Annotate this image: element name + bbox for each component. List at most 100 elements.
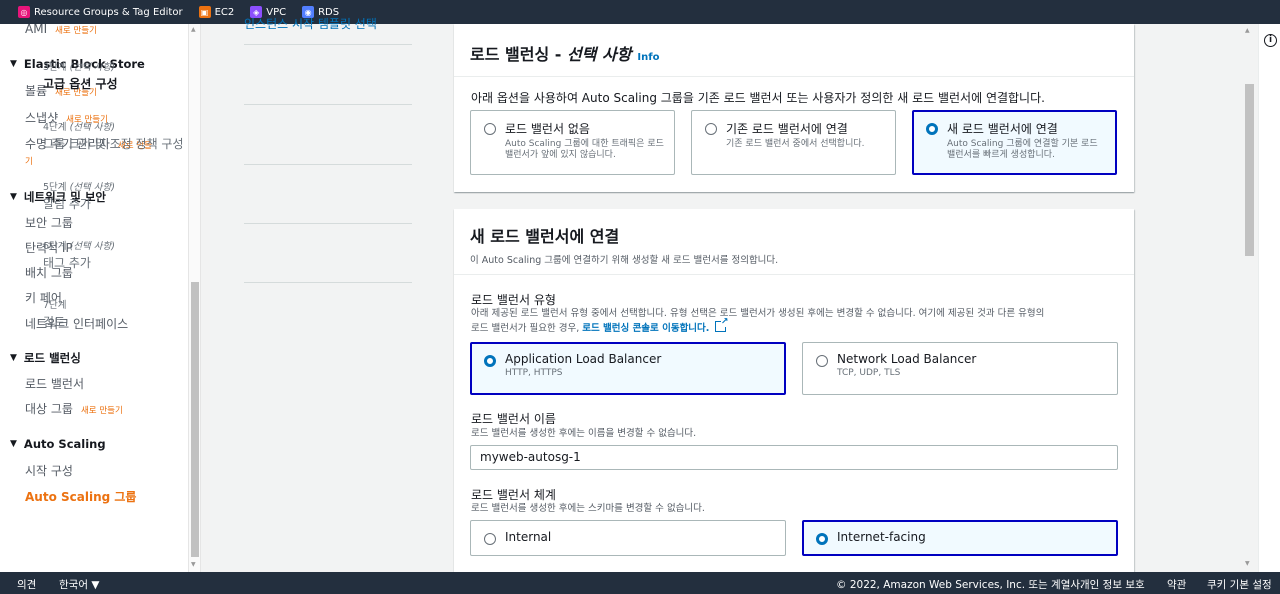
nav-resource-groups[interactable]: ◎ Resource Groups & Tag Editor <box>18 6 183 18</box>
step-7[interactable]: 7단계 검토 <box>43 297 211 330</box>
step-number: 6단계 (선택 사항) <box>43 241 115 252</box>
radio-button[interactable] <box>484 123 496 135</box>
lb-name-input[interactable]: myweb-autosg-1 <box>470 445 1118 470</box>
sidebar-section-auto-scaling[interactable]: ▼ Auto Scaling <box>10 437 106 451</box>
radio-button-selected[interactable] <box>816 533 828 545</box>
option-title: Internal <box>505 530 552 544</box>
option-title: Internet-facing <box>837 530 926 544</box>
step-4[interactable]: 4단계 (선택 사항) 그룹 크기 및 조정 정책 구성 <box>43 119 211 152</box>
sidebar-item-ami[interactable]: AMI 새로 만들기 <box>25 24 97 36</box>
terms-link[interactable]: 약관 <box>1167 577 1186 592</box>
step-number: 5단계 (선택 사항) <box>43 182 115 193</box>
option-no-load-balancer[interactable]: 로드 밸런서 없음 Auto Scaling 그룹에 대한 트래픽은 로드 밸런… <box>470 110 675 175</box>
caret-down-icon: ▼ <box>10 192 17 202</box>
card-description: 이 Auto Scaling 그룹에 연결하기 위해 생성할 새 로드 밸런서를… <box>470 255 779 266</box>
new-load-balancer-card: 새 로드 밸런서에 연결 이 Auto Scaling 그룹에 연결하기 위해 … <box>454 209 1134 572</box>
lb-scheme-description: 로드 밸런서를 생성한 후에는 스키마를 변경할 수 없습니다. <box>471 503 705 514</box>
option-title: 새 로드 밸런서에 연결 <box>947 122 1058 136</box>
option-description: 기존 로드 밸런서 중에서 선택합니다. <box>726 139 865 149</box>
sidebar-item-security-groups[interactable]: 보안 그룹 <box>25 214 73 231</box>
option-title: Application Load Balancer <box>505 352 662 366</box>
language-selector[interactable]: 한국어 ▼ <box>59 577 99 592</box>
card-header: 새 로드 밸런서에 연결 이 Auto Scaling 그룹에 연결하기 위해 … <box>454 209 1134 275</box>
option-internal[interactable]: Internal <box>470 520 786 556</box>
card-header: 로드 밸런싱 - 선택 사항 Info <box>454 24 1134 77</box>
option-description: HTTP, HTTPS <box>505 368 563 378</box>
scroll-up-arrow-icon[interactable]: ▲ <box>1245 27 1250 34</box>
option-network-load-balancer[interactable]: Network Load Balancer TCP, UDP, TLS <box>802 342 1118 395</box>
sidebar-item-launch-configurations[interactable]: 시작 구성 <box>25 462 73 479</box>
radio-button-selected[interactable] <box>484 355 496 367</box>
radio-button[interactable] <box>484 533 496 545</box>
section-title: Auto Scaling <box>23 437 106 451</box>
option-application-load-balancer[interactable]: Application Load Balancer HTTP, HTTPS <box>470 342 786 395</box>
divider <box>244 164 412 165</box>
scroll-up-arrow-icon[interactable]: ▲ <box>191 26 196 33</box>
step-3[interactable]: 3단계 (선택 사항) 고급 옵션 구성 <box>43 59 211 92</box>
scroll-down-arrow-icon[interactable]: ▼ <box>191 561 196 568</box>
nav-label: Resource Groups & Tag Editor <box>34 6 183 18</box>
option-internet-facing[interactable]: Internet-facing <box>802 520 1118 556</box>
resource-groups-icon: ◎ <box>18 6 30 18</box>
step-title: 태그 추가 <box>43 256 91 270</box>
step-title: 알림 추가 <box>43 197 91 211</box>
top-nav-bar: ◎ Resource Groups & Tag Editor ▣ EC2 ◈ V… <box>0 0 1280 24</box>
card-title: 새 로드 밸런서에 연결 <box>470 227 620 246</box>
feedback-link[interactable]: 의견 <box>17 577 36 592</box>
cookie-preferences-link[interactable]: 쿠키 기본 설정 <box>1207 577 1272 592</box>
info-icon[interactable]: i <box>1264 34 1277 47</box>
option-description: TCP, UDP, TLS <box>837 368 901 378</box>
step-number: 3단계 (선택 사항) <box>43 62 115 73</box>
option-title: Network Load Balancer <box>837 352 977 366</box>
lb-name-label: 로드 밸런서 이름 <box>471 412 556 426</box>
step-title: 그룹 크기 및 조정 정책 구성 <box>43 137 184 151</box>
option-existing-load-balancer[interactable]: 기존 로드 밸런서에 연결 기존 로드 밸런서 중에서 선택합니다. <box>691 110 896 175</box>
external-link-icon[interactable]: ↗ <box>715 318 729 332</box>
step-2-title[interactable]: 인스턴스 시작 템플릿 선택 <box>244 15 412 32</box>
privacy-link[interactable]: 개인 정보 보호 <box>1080 577 1145 592</box>
step-number: 7단계 <box>43 300 67 311</box>
step-title: 고급 옵션 구성 <box>43 77 118 91</box>
info-link[interactable]: Info <box>637 52 659 63</box>
divider <box>244 44 412 45</box>
radio-button[interactable] <box>816 355 828 367</box>
divider <box>244 104 412 105</box>
card-title: 로드 밸런싱 - 선택 사항 <box>470 45 632 64</box>
option-description: Auto Scaling 그룹에 대한 트래픽은 로드 밸런서가 앞에 있지 않… <box>505 139 664 160</box>
lb-name-description: 로드 밸런서를 생성한 후에는 이름을 변경할 수 없습니다. <box>471 428 697 439</box>
wizard-steps: 인스턴스 시작 템플릿 선택 <box>201 17 449 572</box>
caret-down-icon: ▼ <box>10 59 17 69</box>
new-badge[interactable]: 새로 만들기 <box>81 406 123 416</box>
new-badge[interactable]: 새로 만들기 <box>55 26 97 36</box>
divider <box>244 282 412 283</box>
sidebar-item-load-balancers[interactable]: 로드 밸런서 <box>25 375 84 392</box>
new-badge-wrap[interactable]: 기 <box>25 155 33 167</box>
ec2-icon: ▣ <box>198 6 211 18</box>
load-balancing-card: 로드 밸런싱 - 선택 사항 Info 아래 옵션을 사용하여 Auto Scal… <box>454 24 1134 192</box>
sidebar-section-load-balancing[interactable]: ▼ 로드 밸런싱 <box>10 350 81 366</box>
divider <box>244 223 412 224</box>
step-5[interactable]: 5단계 (선택 사항) 알림 추가 <box>43 179 211 212</box>
option-new-load-balancer[interactable]: 새 로드 밸런서에 연결 Auto Scaling 그룹에 연결할 기본 로드 … <box>912 110 1117 175</box>
help-panel-rail: i <box>1258 24 1280 572</box>
radio-button-selected[interactable] <box>926 123 938 135</box>
scroll-down-arrow-icon[interactable]: ▼ <box>1245 560 1250 567</box>
sidebar-item-auto-scaling-groups[interactable]: Auto Scaling 그룹 <box>25 488 136 505</box>
main-scrollbar[interactable]: ▲ ▼ <box>1242 24 1256 572</box>
scrollbar-thumb[interactable] <box>1245 84 1254 256</box>
option-title: 로드 밸런서 없음 <box>505 122 590 136</box>
section-title: 로드 밸런싱 <box>23 351 81 365</box>
caret-down-icon: ▼ <box>10 439 17 449</box>
lb-console-link[interactable]: 로드 밸런싱 콘솔로 이동합니다. <box>582 323 709 334</box>
step-title: 검토 <box>43 315 66 329</box>
sidebar-item-label: 대상 그룹 <box>25 402 73 416</box>
radio-button[interactable] <box>705 123 717 135</box>
nav-label: EC2 <box>214 6 235 18</box>
nav-ec2[interactable]: ▣ EC2 <box>198 6 235 18</box>
lb-type-description: 아래 제공된 로드 밸런서 유형 중에서 선택합니다. 유형 선택은 로드 밸런… <box>471 308 1045 334</box>
sidebar-item-target-groups[interactable]: 대상 그룹 새로 만들기 <box>25 400 123 417</box>
step-6[interactable]: 6단계 (선택 사항) 태그 추가 <box>43 238 211 271</box>
option-description: Auto Scaling 그룹에 연결할 기본 로드 밸런서를 빠르게 생성합니… <box>947 139 1098 160</box>
card-description: 아래 옵션을 사용하여 Auto Scaling 그룹을 기존 로드 밸런서 또… <box>471 91 1045 105</box>
option-title: 기존 로드 밸런서에 연결 <box>726 122 848 136</box>
